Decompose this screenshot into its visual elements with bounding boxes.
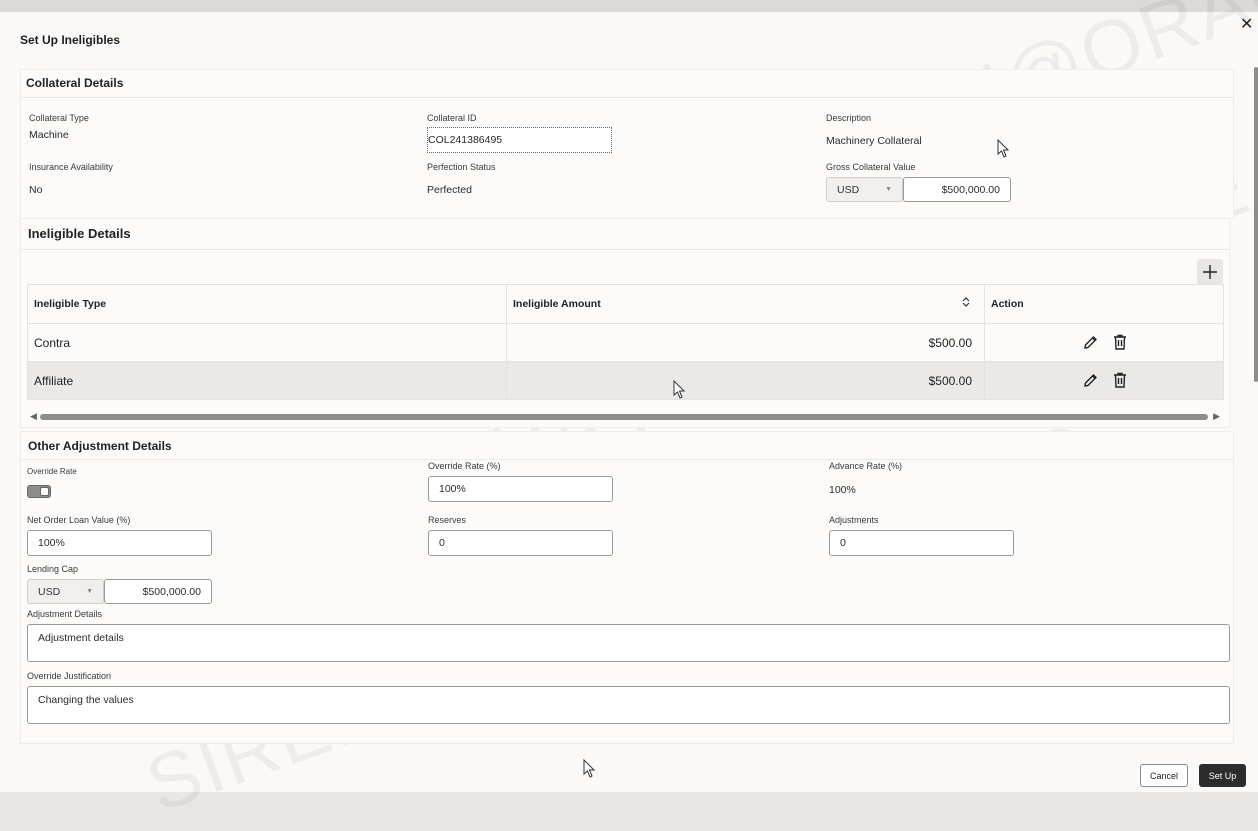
description-value: Machinery Collateral [826,135,922,147]
table-header-row: Ineligible Type Ineligible Amount Action [27,284,1224,324]
lending-cap-label: Lending Cap [27,564,79,574]
nolv-field[interactable]: 100% [27,530,212,556]
chevron-down-icon: ▼ [885,186,892,193]
ineligible-table: Ineligible Type Ineligible Amount Action… [27,284,1224,400]
adjustment-details-value: Adjustment details [38,632,124,644]
mouse-cursor-icon [673,380,686,399]
action-cell [984,361,1224,400]
adjustments-label: Adjustments [829,515,879,525]
scroll-right-icon[interactable]: ▶ [1213,411,1220,422]
advance-rate-label: Advance Rate (%) [829,461,903,471]
column-header-ineligible-type: Ineligible Type [27,284,507,324]
reserves-value: 0 [439,537,445,549]
perfection-status-label: Perfection Status [427,162,496,172]
override-justification-label: Override Justification [27,671,112,681]
collateral-section-title: Collateral Details [26,76,124,90]
override-justification-textarea[interactable]: Changing the values [27,686,1230,724]
adjustments-value: 0 [840,537,846,549]
divider [21,459,1233,460]
cancel-button[interactable]: Cancel [1140,764,1188,787]
ineligible-type-cell: Contra [27,323,507,362]
table-row: Contra $500.00 [27,323,1224,362]
ineligible-section-title: Ineligible Details [28,226,131,241]
collateral-id-label: Collateral ID [427,113,477,123]
ineligible-type-cell: Affiliate [27,361,507,400]
collateral-id-field[interactable]: COL241386495 [427,127,612,153]
collateral-type-label: Collateral Type [29,113,89,123]
gross-value-label: Gross Collateral Value [826,162,916,172]
gross-currency-value: USD [837,183,860,196]
plus-icon [1203,265,1217,279]
perfection-status-value: Perfected [427,184,472,196]
insurance-value: No [29,184,43,196]
page-vertical-scrollbar[interactable] [1254,67,1258,382]
set-up-button[interactable]: Set Up [1199,764,1246,787]
collateral-details-card: Collateral Details Collateral Type Machi… [20,69,1234,219]
adjustment-details-label: Adjustment Details [27,609,103,619]
nolv-label: Net Order Loan Value (%) [27,515,131,525]
table-row: Affiliate $500.00 [27,361,1224,400]
adjustment-details-textarea[interactable]: Adjustment details [27,624,1230,662]
ineligible-amount-cell: $500.00 [506,361,985,400]
set-up-ineligibles-dialog: SIREESHA.KARRI@ORACLE.C SIREESHA.KARRI@O… [0,0,1258,829]
collateral-id-value: COL241386495 [428,134,503,146]
insurance-label: Insurance Availability [29,162,113,172]
divider [21,97,1233,98]
column-header-ineligible-amount[interactable]: Ineligible Amount [506,284,985,324]
lending-cap-value: $500,000.00 [142,585,201,598]
lending-cap-field[interactable]: $500,000.00 [104,579,212,604]
close-icon[interactable]: ✕ [1240,14,1253,34]
reserves-label: Reserves [428,515,467,525]
sort-icon[interactable] [962,296,970,311]
table-horizontal-scrollbar[interactable]: ◀ ▶ [28,411,1222,423]
description-label: Description [826,113,872,123]
gross-value-field[interactable]: $500,000.00 [903,177,1011,202]
mouse-cursor-icon [997,139,1010,158]
override-rate-field[interactable]: 100% [428,476,613,502]
dialog-title: Set Up Ineligibles [20,33,121,47]
lending-cap-currency-value: USD [38,585,61,598]
column-header-action: Action [984,284,1224,324]
background-strip [0,0,1258,12]
divider [21,249,1229,250]
column-header-label: Ineligible Amount [513,298,601,310]
scroll-left-icon[interactable]: ◀ [30,411,37,422]
trash-icon[interactable] [1113,372,1127,391]
trash-icon[interactable] [1113,334,1127,353]
ineligible-amount-cell: $500.00 [506,323,985,362]
toggle-knob [40,487,49,496]
override-rate-value: 100% [439,483,466,495]
action-cell [984,323,1224,362]
other-adjustment-section-title: Other Adjustment Details [28,439,172,453]
add-ineligible-button[interactable] [1197,259,1223,285]
gross-currency-select[interactable]: USD ▼ [826,177,903,202]
lending-cap-currency-select[interactable]: USD ▼ [27,579,104,604]
override-justification-value: Changing the values [38,694,134,706]
override-rate-toggle[interactable] [27,485,51,498]
override-rate-toggle-label: Override Rate [27,467,77,476]
gross-value-value: $500,000.00 [941,183,1000,196]
override-rate-label: Override Rate (%) [428,461,501,471]
mouse-cursor-icon [583,759,596,778]
pencil-icon[interactable] [1083,373,1098,391]
adjustments-field[interactable]: 0 [829,530,1014,556]
collateral-type-value: Machine [29,129,69,141]
chevron-down-icon: ▼ [86,588,93,595]
pencil-icon[interactable] [1083,335,1098,353]
scrollbar-thumb[interactable] [40,414,1208,420]
advance-rate-value: 100% [829,484,856,496]
reserves-field[interactable]: 0 [428,530,613,556]
nolv-value: 100% [38,537,65,549]
